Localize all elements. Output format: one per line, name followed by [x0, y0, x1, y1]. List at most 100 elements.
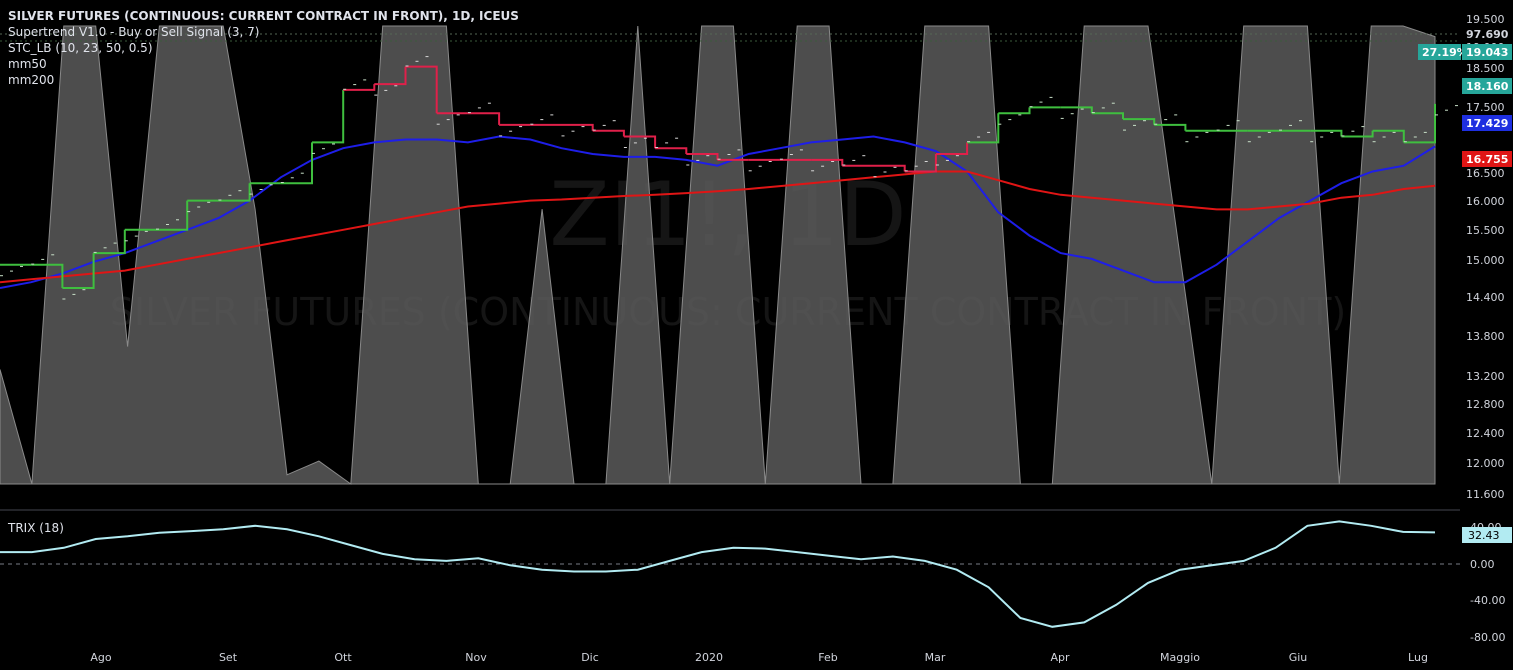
- supertrend-segment: [561, 123, 594, 131]
- time-tick-label: Set: [219, 651, 238, 664]
- price-dot: [228, 194, 232, 196]
- price-dot: [581, 126, 585, 128]
- price-dot: [1018, 114, 1022, 116]
- price-tick-label: 12.800: [1466, 398, 1505, 411]
- price-tick-label: 17.500: [1466, 101, 1505, 114]
- price-dot: [758, 165, 762, 167]
- price-dot: [665, 142, 669, 144]
- price-dot: [1205, 131, 1209, 133]
- price-dot: [602, 124, 606, 126]
- price-tick-label: 14.400: [1466, 291, 1505, 304]
- price-dot: [1361, 126, 1365, 128]
- price-dot: [1174, 114, 1178, 116]
- price-dot: [945, 159, 949, 161]
- price-dot: [1080, 108, 1084, 110]
- price-dot: [623, 147, 627, 148]
- trix-series-layer: [0, 520, 1436, 628]
- time-tick-label: Dic: [581, 651, 599, 664]
- trix-tick-label: 0.00: [1470, 558, 1495, 571]
- trix-label[interactable]: TRIX (18): [8, 521, 64, 535]
- price-dot: [1247, 141, 1251, 143]
- time-tick-label: Giu: [1289, 651, 1308, 664]
- price-dot: [477, 107, 481, 109]
- price-dot: [93, 251, 97, 253]
- price-dot: [1435, 114, 1438, 116]
- price-dot: [332, 143, 335, 145]
- price-dot: [675, 137, 679, 139]
- price-dot: [20, 265, 23, 267]
- price-tick-label: 12.400: [1466, 427, 1505, 440]
- price-tick-label: 13.200: [1466, 370, 1505, 383]
- price-dot: [280, 182, 284, 183]
- price-tick-label: 19.500: [1466, 13, 1505, 26]
- price-dot: [1008, 119, 1012, 121]
- time-tick-label: Nov: [465, 651, 487, 664]
- time-tick-label: Ago: [90, 651, 112, 664]
- price-dot: [249, 193, 253, 195]
- price-dot: [967, 141, 971, 143]
- price-dot: [10, 270, 13, 272]
- trix-tick-label: -40.00: [1470, 594, 1505, 607]
- price-dot: [633, 142, 637, 144]
- price-dot: [883, 171, 887, 173]
- price-dot: [842, 164, 846, 166]
- price-dot: [696, 159, 700, 161]
- supertrend-segment: [998, 107, 1031, 115]
- time-tick-label: Feb: [818, 651, 837, 664]
- price-dot: [1423, 131, 1427, 133]
- price-dot: [987, 131, 991, 133]
- price-dot: [571, 130, 575, 132]
- time-tick-label: Apr: [1050, 651, 1070, 664]
- price-dot: [862, 155, 866, 157]
- price-dot: [748, 170, 752, 172]
- price-dot: [1413, 136, 1417, 138]
- stc-area-layer: [0, 25, 1436, 485]
- price-dot: [176, 219, 179, 221]
- price-dot: [1341, 135, 1345, 137]
- supertrend-segment: [592, 129, 625, 137]
- stc-area: [0, 25, 1436, 485]
- legend-supertrend[interactable]: Supertrend V1.0 - Buy or Sell Signal (3,…: [8, 24, 519, 40]
- legend-mm200[interactable]: mm200: [8, 72, 519, 88]
- price-dot: [977, 136, 981, 138]
- price-dot: [374, 94, 378, 96]
- price-dot: [873, 176, 877, 178]
- price-dot: [446, 119, 450, 121]
- price-dot: [1330, 131, 1334, 133]
- price-dot: [1403, 141, 1407, 143]
- price-dot: [1216, 129, 1220, 131]
- price-dot: [737, 149, 741, 151]
- supertrend-segment: [467, 112, 501, 125]
- price-dot: [72, 293, 76, 295]
- price-dot: [456, 114, 460, 116]
- price-dot: [612, 120, 616, 122]
- price-dot: [852, 159, 856, 161]
- price-dot: [1445, 109, 1448, 111]
- price-dot: [1195, 136, 1199, 138]
- price-dot: [789, 154, 793, 155]
- price-tick-label: 16.500: [1466, 167, 1505, 180]
- supertrend-segment: [312, 89, 345, 144]
- chart-canvas[interactable]: ZI1!, 1D SILVER FUTURES (CONTINUOUS: CUR…: [0, 0, 1513, 670]
- price-dot: [0, 275, 3, 277]
- price-tag-label: 97.690: [1466, 28, 1509, 41]
- legend-mm50[interactable]: mm50: [8, 56, 519, 72]
- price-dot: [998, 123, 1002, 125]
- price-dot: [1310, 141, 1314, 143]
- time-axis[interactable]: Ago Set Ott Nov Dic 2020 Feb Mar Apr Maggio Giu Lug: [90, 651, 1428, 664]
- chart-title[interactable]: SILVER FUTURES (CONTINUOUS: CURRENT CONT…: [8, 8, 519, 24]
- price-tick-label: 18.500: [1466, 62, 1505, 75]
- price-dot: [62, 298, 66, 300]
- price-dot: [487, 102, 491, 104]
- price-dot: [1154, 123, 1158, 125]
- legend-stc[interactable]: STC_LB (10, 23, 50, 0.5): [8, 40, 519, 56]
- trix-tag-label: 32.43: [1468, 529, 1500, 542]
- price-dot: [768, 161, 772, 162]
- price-dot: [384, 89, 388, 91]
- time-tick-label: Ott: [334, 651, 352, 664]
- time-tick-label: Maggio: [1160, 651, 1200, 664]
- price-dot: [124, 240, 128, 242]
- price-dot: [156, 228, 159, 230]
- price-dot: [166, 224, 169, 225]
- price-dot: [550, 114, 554, 116]
